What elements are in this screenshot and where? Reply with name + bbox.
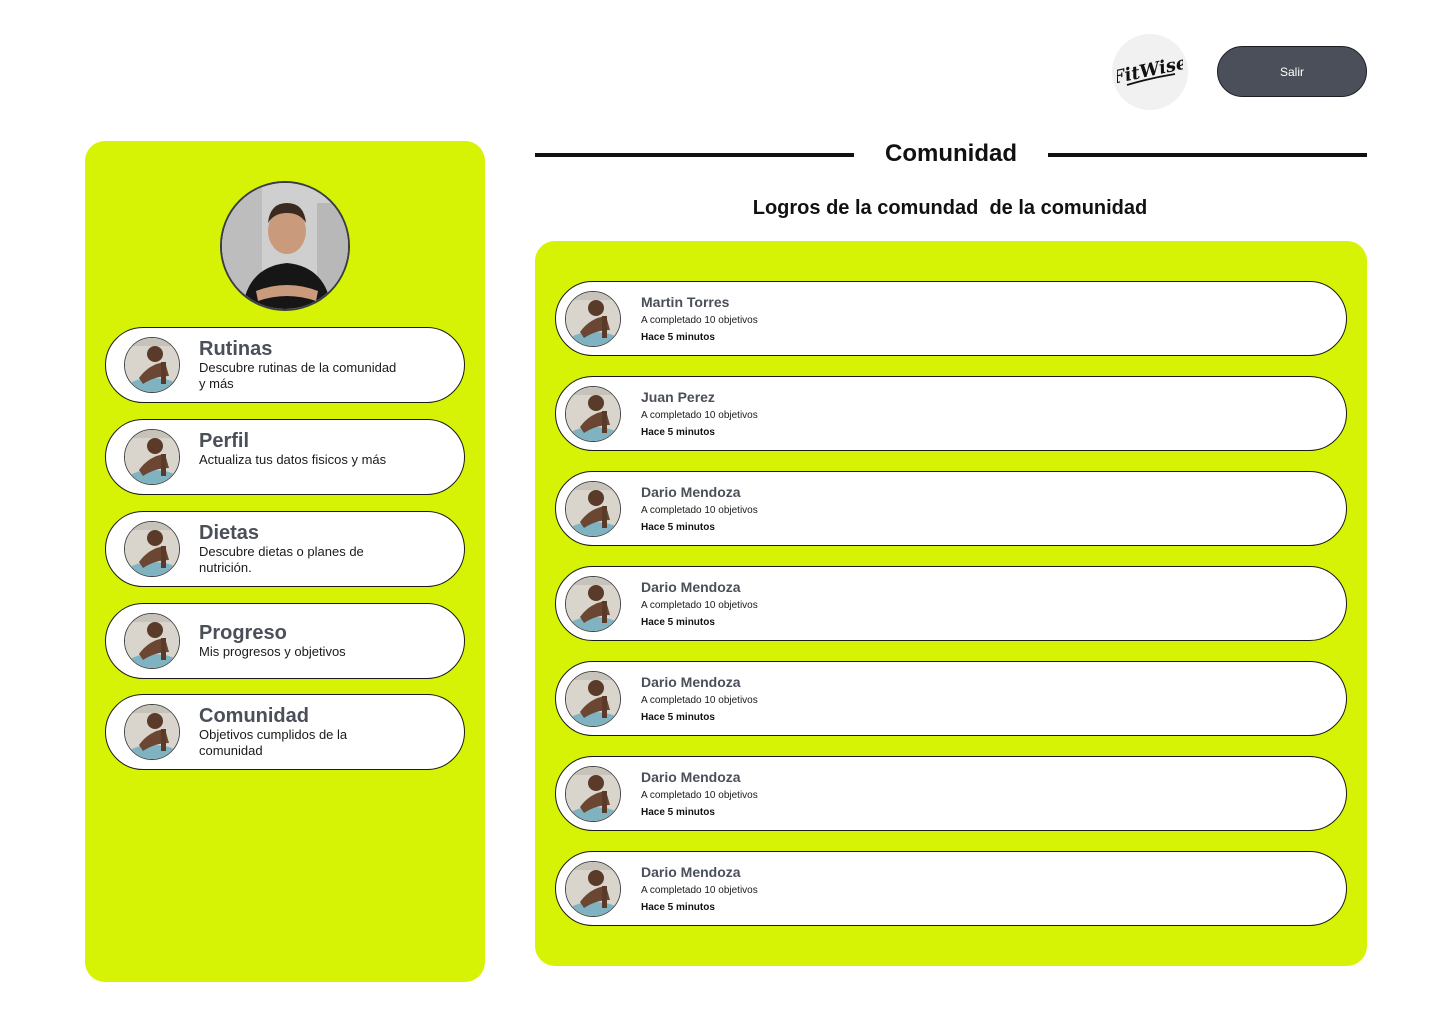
feed-item[interactable]: Dario Mendoza A completado 10 objetivos … (555, 756, 1347, 831)
nav-thumb-image (124, 521, 180, 577)
feed-user-name: Dario Mendoza (641, 484, 741, 500)
feed-avatar (565, 766, 621, 822)
feed-item[interactable]: Dario Mendoza A completado 10 objetivos … (555, 566, 1347, 641)
page-title: Comunidad (885, 140, 1017, 167)
feed-item[interactable]: Martin Torres A completado 10 objetivos … (555, 281, 1347, 356)
feed-timestamp: Hace 5 minutos (641, 332, 715, 343)
feed-achievement: A completado 10 objetivos (641, 505, 758, 516)
feed-achievement: A completado 10 objetivos (641, 790, 758, 801)
feed-avatar (565, 481, 621, 537)
nav-title: Comunidad (199, 705, 309, 727)
sidebar-item-rutinas[interactable]: Rutinas Descubre rutinas de la comunidad… (105, 327, 465, 403)
svg-text:FitWise: FitWise (1117, 52, 1183, 89)
page-subtitle: Logros de la comundad de la comunidad (752, 197, 1148, 219)
feed-item[interactable]: Dario Mendoza A completado 10 objetivos … (555, 661, 1347, 736)
sidebar-item-progreso[interactable]: Progreso Mis progresos y objetivos (105, 603, 465, 679)
nav-description: Objetivos cumplidos de la comunidad (199, 727, 348, 758)
feed-timestamp: Hace 5 minutos (641, 617, 715, 628)
feed-achievement: A completado 10 objetivos (641, 695, 758, 706)
feed-user-name: Dario Mendoza (641, 674, 741, 690)
feed-timestamp: Hace 5 minutos (641, 902, 715, 913)
feed-item[interactable]: Juan Perez A completado 10 objetivos Hac… (555, 376, 1347, 451)
title-divider-left (535, 153, 854, 157)
feed-item[interactable]: Dario Mendoza A completado 10 objetivos … (555, 471, 1347, 546)
community-feed[interactable]: Martin Torres A completado 10 objetivos … (535, 241, 1367, 966)
nav-title: Progreso (199, 622, 287, 644)
logout-button[interactable]: Salir (1217, 46, 1367, 97)
feed-user-name: Dario Mendoza (641, 864, 741, 880)
nav-description: Descubre dietas o planes de nutrición. (199, 544, 364, 575)
feed-achievement: A completado 10 objetivos (641, 410, 758, 421)
sidebar-item-comunidad[interactable]: Comunidad Objetivos cumplidos de la comu… (105, 694, 465, 770)
nav-description: Actualiza tus datos fisicos y más (199, 452, 387, 467)
feed-user-name: Juan Perez (641, 389, 715, 405)
nav-description: Mis progresos y objetivos (199, 644, 346, 659)
feed-item[interactable]: Dario Mendoza A completado 10 objetivos … (555, 851, 1347, 926)
feed-user-name: Martin Torres (641, 294, 730, 310)
feed-avatar (565, 576, 621, 632)
nav-thumb-image (124, 704, 180, 760)
feed-avatar (565, 291, 621, 347)
nav-thumb-image (124, 613, 180, 669)
nav-title: Perfil (199, 430, 250, 452)
nav-title: Dietas (199, 522, 260, 544)
nav-title: Rutinas (199, 338, 273, 360)
feed-user-name: Dario Mendoza (641, 579, 741, 595)
feed-avatar (565, 671, 621, 727)
fitwise-logo[interactable]: FitWise (1112, 34, 1188, 110)
feed-timestamp: Hace 5 minutos (641, 522, 715, 533)
sidebar-item-dietas[interactable]: Dietas Descubre dietas o planes de nutri… (105, 511, 465, 587)
feed-achievement: A completado 10 objetivos (641, 315, 758, 326)
sidebar-item-perfil[interactable]: Perfil Actualiza tus datos fisicos y más (105, 419, 465, 495)
feed-achievement: A completado 10 objetivos (641, 600, 758, 611)
nav-description: Descubre rutinas de la comunidad y más (199, 360, 397, 391)
title-divider-right (1048, 153, 1367, 157)
feed-achievement: A completado 10 objetivos (641, 885, 758, 896)
sidebar: Rutinas Descubre rutinas de la comunidad… (85, 141, 485, 982)
nav-thumb-image (124, 429, 180, 485)
feed-timestamp: Hace 5 minutos (641, 807, 715, 818)
feed-timestamp: Hace 5 minutos (641, 712, 715, 723)
feed-timestamp: Hace 5 minutos (641, 427, 715, 438)
feed-user-name: Dario Mendoza (641, 769, 741, 785)
feed-avatar (565, 386, 621, 442)
feed-avatar (565, 861, 621, 917)
nav-thumb-image (124, 337, 180, 393)
logo-wordmark-icon: FitWise (1117, 52, 1183, 89)
profile-avatar[interactable] (220, 181, 350, 311)
